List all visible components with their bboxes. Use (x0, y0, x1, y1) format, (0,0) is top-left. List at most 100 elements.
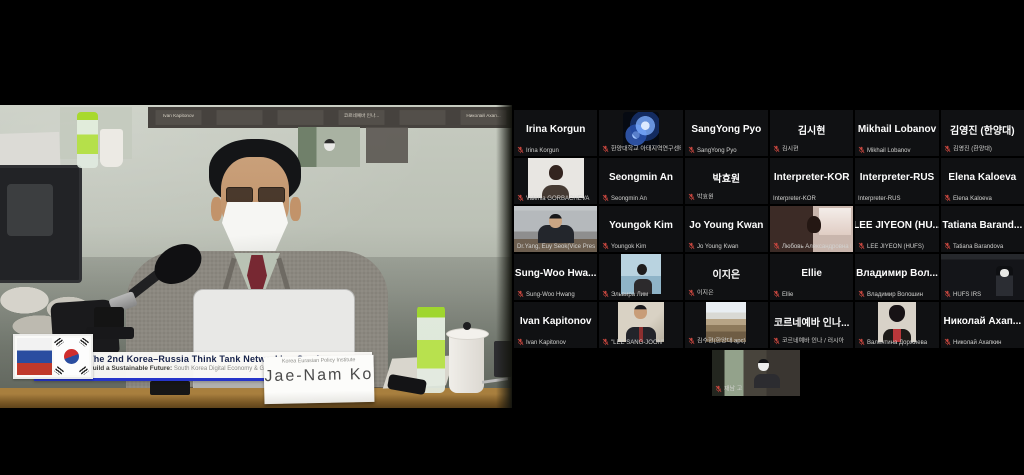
participant-label: Ivan Kapitonov (526, 339, 566, 345)
participant-name: Sung-Woo Hwa... (514, 254, 597, 292)
video-edge-shade (496, 105, 512, 408)
participant-name: Interpreter-KOR (770, 158, 853, 196)
participant-tile[interactable]: Dr.Yang, Euy Seok(Vice President... (514, 206, 597, 252)
participant-label: 코르네예바 인나 / 러시아 (782, 337, 844, 346)
participant-tile[interactable]: Jo Young KwanJo Young Kwan (685, 206, 768, 252)
microphone-base (86, 327, 134, 339)
participant-label: Николай Ахапкин (953, 339, 1001, 345)
participant-name: Ellie (770, 254, 853, 292)
participant-name: 김시현 (770, 110, 853, 148)
participant-label-bar: Irina Korgun (517, 146, 595, 154)
participant-tile[interactable]: 박효원박효원 (685, 158, 768, 204)
participant-label: Ellie (782, 291, 793, 297)
speaker-ear-right (290, 197, 301, 221)
speaker-nameplate: Korea Eurasian Policy Institute Jae-Nam … (264, 355, 375, 404)
mic-muted-icon (688, 193, 695, 201)
participant-tile[interactable]: Youngok KimYoungok Kim (599, 206, 682, 252)
participant-label-bar: LEE JIYEON (HUFS) (858, 242, 936, 250)
participant-tile[interactable]: Николай Ахап...Николай Ахапкин (941, 302, 1024, 348)
participant-tile[interactable]: HUFS IRS (941, 254, 1024, 300)
participant-name: Youngok Kim (599, 206, 682, 244)
participant-tile[interactable]: "LEE SANG-JOON" (599, 302, 682, 348)
participant-label: Elena Kaloeva (953, 195, 992, 201)
speaker-glasses (224, 187, 286, 202)
participant-label: Youngok Kim (611, 243, 646, 249)
participant-label: Interpreter-RUS (858, 195, 900, 201)
participant-name: Interpreter-RUS (855, 158, 938, 196)
participant-label: Любовь Александровна Безр... (782, 243, 851, 249)
participant-name (855, 302, 938, 340)
participant-tile[interactable]: Elena KaloevaElena Kaloeva (941, 158, 1024, 204)
paper-cup-lid (449, 333, 484, 393)
participant-tile[interactable]: Seongmin AnSeongmin An (599, 158, 682, 204)
participant-tile[interactable]: Эльвира Лим (599, 254, 682, 300)
participant-label-bar: 한양대학교 아태지역연구센터 (602, 144, 680, 154)
participant-label: Валентина Доржиева (867, 339, 927, 345)
participant-label-bar: Mikhail Lobanov (858, 146, 936, 154)
participant-tile[interactable]: Irina KorgunIrina Korgun (514, 110, 597, 156)
participant-label: 한양대학교 아태지역연구센터 (611, 145, 680, 154)
mic-muted-icon (517, 146, 524, 154)
participant-tile[interactable]: Valeriia GORBACHEVA (514, 158, 597, 204)
mic-muted-icon (602, 145, 609, 153)
participant-label: SangYong Pyo (697, 147, 737, 153)
participant-tile[interactable]: Ivan KapitonovIvan Kapitonov (514, 302, 597, 348)
participant-tile[interactable]: 김영진 (한양대)김영진 (한양대) (941, 110, 1024, 156)
mic-muted-icon (688, 242, 695, 250)
participant-tile[interactable]: Mikhail LobanovMikhail Lobanov (855, 110, 938, 156)
participant-tile[interactable]: 한양대학교 아태지역연구센터 (599, 110, 682, 156)
mic-muted-icon (688, 146, 695, 154)
participant-name (514, 158, 597, 196)
mic-muted-icon (773, 337, 780, 345)
participant-name: Mikhail Lobanov (855, 110, 938, 148)
participant-name (712, 350, 800, 388)
participant-tile[interactable]: Sung-Woo Hwa...Sung-Woo Hwang (514, 254, 597, 300)
mic-muted-icon (688, 337, 695, 345)
participant-tile[interactable]: Владимир Вол...Владимир Волошин (855, 254, 938, 300)
participant-name (599, 254, 682, 292)
participant-tile[interactable]: 김수현(한양대 apc) (685, 302, 768, 348)
speaker-room-video[interactable]: Ivan Kapitonov코르네예바 인나...Николай Ахап...… (0, 105, 512, 408)
participant-label-bar: Николай Ахапкин (944, 338, 1022, 346)
participant-name (599, 110, 682, 148)
participant-label: Interpreter-KOR (773, 195, 816, 201)
participant-name: Seongmin An (599, 158, 682, 196)
participant-label: Valeriia GORBACHEVA (526, 195, 589, 201)
participant-tile[interactable]: LEE JIYEON (HU...LEE JIYEON (HUFS) (855, 206, 938, 252)
participant-tile[interactable]: 재남 고 (712, 350, 800, 396)
nameplate-affiliation: Korea Eurasian Policy Institute (269, 357, 368, 364)
participant-label: Tatiana Barandova (953, 243, 1003, 249)
participant-label-bar: Interpreter-KOR (773, 195, 851, 202)
participant-label-bar: Эльвира Лим (602, 290, 680, 298)
participant-tile[interactable]: Interpreter-RUSInterpreter-RUS (855, 158, 938, 204)
participant-tile[interactable]: SangYong PyoSangYong Pyo (685, 110, 768, 156)
mic-muted-icon (688, 289, 695, 297)
participant-name: 이지은 (685, 254, 768, 292)
participant-tile[interactable]: 이지은이지은 (685, 254, 768, 300)
green-bottle-back (77, 112, 98, 168)
participant-name (514, 206, 597, 244)
participant-tile[interactable]: Любовь Александровна Безр... (770, 206, 853, 252)
projected-participant-label (399, 110, 445, 125)
participant-name: 박효원 (685, 158, 768, 196)
participant-label: 박효원 (697, 193, 714, 202)
participant-tile[interactable]: Tatiana Barand...Tatiana Barandova (941, 206, 1024, 252)
participant-tile[interactable]: EllieEllie (770, 254, 853, 300)
flags-badge (13, 334, 93, 379)
paper-cup-back (100, 129, 123, 167)
participant-tile[interactable]: Валентина Доржиева (855, 302, 938, 348)
participant-tile[interactable]: 김시현김시현 (770, 110, 853, 156)
participant-grid-bottom-row: 재남 고 (712, 350, 800, 396)
participant-label-bar: Ellie (773, 290, 851, 298)
participant-label: Irina Korgun (526, 147, 559, 153)
participant-label-bar: Youngok Kim (602, 242, 680, 250)
russia-flag-icon (17, 338, 52, 375)
participant-label-bar: 이지은 (688, 288, 766, 298)
participant-label-bar: Владимир Волошин (858, 290, 936, 298)
mic-muted-icon (858, 338, 865, 346)
participant-tile[interactable]: 코르네예바 인나...코르네예바 인나 / 러시아 (770, 302, 853, 348)
participant-tile[interactable]: Interpreter-KORInterpreter-KOR (770, 158, 853, 204)
participant-label-bar: SangYong Pyo (688, 146, 766, 154)
participant-name: Elena Kaloeva (941, 158, 1024, 196)
participant-name: LEE JIYEON (HU... (855, 206, 938, 244)
